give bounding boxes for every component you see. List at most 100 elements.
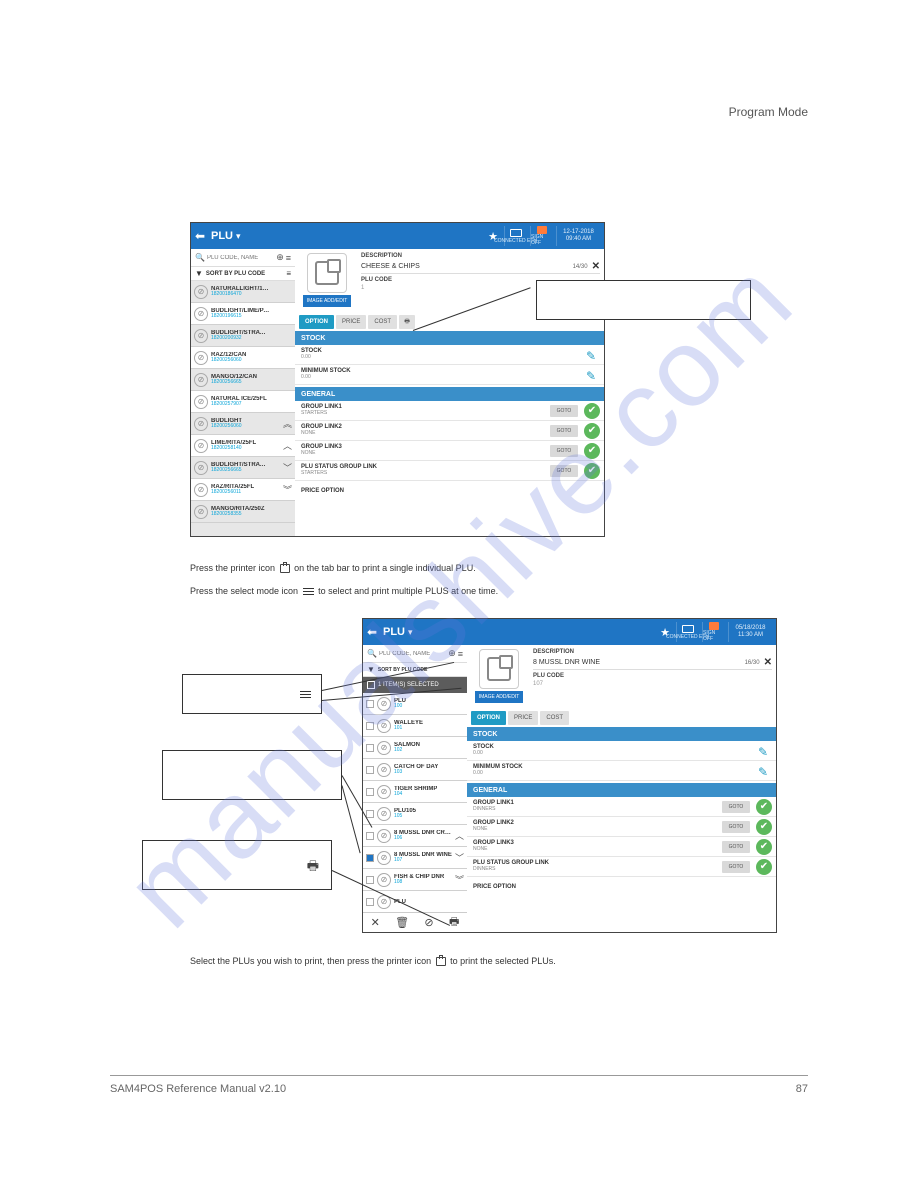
back-icon[interactable]: ⬅ bbox=[191, 229, 209, 243]
ok-icon[interactable]: ✔ bbox=[756, 819, 772, 835]
image-add-edit-button[interactable]: IMAGE ADD/EDIT bbox=[475, 691, 523, 703]
list-item[interactable]: ⊘NATURALLIGHT/12LNGK18200186470 bbox=[191, 281, 295, 303]
checkbox[interactable] bbox=[366, 876, 374, 884]
add-icon[interactable]: ⊕ bbox=[448, 648, 456, 659]
plu-image-box[interactable] bbox=[307, 253, 347, 293]
list-item[interactable]: ⊘RAZ/RITA/25FL18200256011︾ bbox=[191, 479, 295, 501]
arrow-icon[interactable]: ︾ bbox=[455, 873, 464, 886]
list-item[interactable]: ⊘BUDLIGHT18200256060︽ bbox=[191, 413, 295, 435]
list-item[interactable]: ⊘LIME/RITA/25FL18200258140︿ bbox=[191, 435, 295, 457]
trash-icon[interactable]: 🗑 bbox=[395, 916, 409, 929]
description-value[interactable]: CHEESE & CHIPS 14/30 ✕ bbox=[361, 261, 600, 274]
close-icon[interactable]: ✕ bbox=[371, 916, 380, 929]
min-stock-row[interactable]: MINIMUM STOCK0.00 ✎ bbox=[295, 365, 604, 385]
list-item[interactable]: ⊘TIGER SHRIMP104 bbox=[363, 781, 467, 803]
tab-cost[interactable]: COST bbox=[540, 711, 569, 725]
ok-icon[interactable]: ✔ bbox=[584, 423, 600, 439]
group-link2-row[interactable]: GROUP LINK2NONE GOTO ✔ bbox=[467, 817, 776, 837]
tab-option[interactable]: OPTION bbox=[471, 711, 506, 725]
goto-button[interactable]: GOTO bbox=[722, 861, 750, 873]
arrow-icon[interactable]: ﹀ bbox=[455, 851, 464, 864]
tab-price[interactable]: PRICE bbox=[508, 711, 538, 725]
search-row[interactable]: 🔍 ⊕ ≡ bbox=[363, 645, 467, 663]
group-link1-row[interactable]: GROUP LINK1DINNERS GOTO ✔ bbox=[467, 797, 776, 817]
plu-image-box[interactable] bbox=[479, 649, 519, 689]
stock-row[interactable]: STOCK0.00 ✎ bbox=[467, 741, 776, 761]
arrow-icon[interactable]: ︿ bbox=[283, 439, 292, 452]
list-item[interactable]: ⊘RAZ/12/CAN18200256060 bbox=[191, 347, 295, 369]
list-item[interactable]: ⊘BUDLIGHT/LIME/PACK18200196615 bbox=[191, 303, 295, 325]
group-link3-row[interactable]: GROUP LINK3NONE GOTO ✔ bbox=[295, 441, 604, 461]
edit-icon[interactable]: ✎ bbox=[758, 765, 770, 777]
edit-icon[interactable]: ✎ bbox=[586, 369, 598, 381]
ok-icon[interactable]: ✔ bbox=[584, 403, 600, 419]
list-item[interactable]: ⊘8 MUSSL DNR WINE107﹀ bbox=[363, 847, 467, 869]
clear-icon[interactable]: ✕ bbox=[592, 261, 600, 272]
search-input[interactable] bbox=[207, 255, 267, 261]
ok-icon[interactable]: ✔ bbox=[584, 443, 600, 459]
description-value[interactable]: 8 MUSSL DNR WINE 16/30 ✕ bbox=[533, 657, 772, 670]
goto-button[interactable]: GOTO bbox=[550, 405, 578, 417]
ok-icon[interactable]: ✔ bbox=[584, 463, 600, 479]
tab-printer[interactable]: 🖶 bbox=[399, 315, 415, 329]
list-item[interactable]: ⊘PLU105105 bbox=[363, 803, 467, 825]
ok-icon[interactable]: ✔ bbox=[756, 859, 772, 875]
group-link3-row[interactable]: GROUP LINK3NONE GOTO ✔ bbox=[467, 837, 776, 857]
list-item[interactable]: ⊘PLU100 bbox=[363, 693, 467, 715]
status-group-row[interactable]: PLU STATUS GROUP LINKDINNERS GOTO ✔ bbox=[467, 857, 776, 877]
arrow-icon[interactable]: ﹀ bbox=[283, 461, 292, 474]
price-option-row[interactable]: PRICE OPTION bbox=[295, 481, 604, 501]
list-item[interactable]: ⊘CATCH OF DAY103 bbox=[363, 759, 467, 781]
ok-icon[interactable]: ✔ bbox=[756, 839, 772, 855]
status-group-row[interactable]: PLU STATUS GROUP LINKSTARTERS GOTO ✔ bbox=[295, 461, 604, 481]
arrow-icon[interactable]: ︾ bbox=[283, 483, 292, 496]
signoff-button[interactable]: SIGN OFF bbox=[702, 622, 724, 642]
checkbox[interactable] bbox=[366, 854, 374, 862]
list-item[interactable]: ⊘BUDLIGHT/STRAWBERIT18200256665﹀ bbox=[191, 457, 295, 479]
arrow-icon[interactable]: ︽ bbox=[283, 417, 292, 430]
select-all-checkbox[interactable] bbox=[367, 681, 375, 689]
list-item[interactable]: ⊘SALMON102 bbox=[363, 737, 467, 759]
stock-row[interactable]: STOCK0.00 ✎ bbox=[295, 345, 604, 365]
add-icon[interactable]: ⊕ bbox=[276, 252, 284, 263]
checkbox[interactable] bbox=[366, 744, 374, 752]
goto-button[interactable]: GOTO bbox=[550, 445, 578, 457]
menu-icon[interactable]: ≡ bbox=[286, 269, 291, 278]
list-item[interactable]: ⊘MANGO/12/CAN18200256665 bbox=[191, 369, 295, 391]
list-item[interactable]: ⊘BUDLIGHT/STRAW/PACK18200200932 bbox=[191, 325, 295, 347]
checkbox[interactable] bbox=[366, 766, 374, 774]
select-mode-icon[interactable]: ≡ bbox=[286, 253, 291, 263]
checkbox[interactable] bbox=[366, 788, 374, 796]
tab-option[interactable]: OPTION bbox=[299, 315, 334, 329]
list-item[interactable]: ⊘8 MUSSL DNR CREAM106︿ bbox=[363, 825, 467, 847]
checkbox[interactable] bbox=[366, 722, 374, 730]
search-row[interactable]: 🔍 ⊕ ≡ bbox=[191, 249, 295, 267]
clear-icon[interactable]: ✕ bbox=[764, 657, 772, 668]
goto-button[interactable]: GOTO bbox=[722, 821, 750, 833]
search-input[interactable] bbox=[379, 651, 439, 657]
image-add-edit-button[interactable]: IMAGE ADD/EDIT bbox=[303, 295, 351, 307]
back-icon[interactable]: ⬅ bbox=[363, 625, 381, 639]
checkbox[interactable] bbox=[366, 810, 374, 818]
sort-row[interactable]: ▼ SORT BY PLU CODE ≡ bbox=[191, 267, 295, 281]
list-item[interactable]: ⊘MANGO/RITA/250Z18200258355 bbox=[191, 501, 295, 523]
group-link2-row[interactable]: GROUP LINK2NONE GOTO ✔ bbox=[295, 421, 604, 441]
tab-cost[interactable]: COST bbox=[368, 315, 397, 329]
min-stock-row[interactable]: MINIMUM STOCK0.00 ✎ bbox=[467, 761, 776, 781]
group-link1-row[interactable]: GROUP LINK1STARTERS GOTO ✔ bbox=[295, 401, 604, 421]
tab-price[interactable]: PRICE bbox=[336, 315, 366, 329]
header-title[interactable]: PLU bbox=[211, 230, 233, 242]
signoff-button[interactable]: SIGN OFF bbox=[530, 226, 552, 246]
chevron-down-icon[interactable]: ▾ bbox=[408, 627, 413, 638]
goto-button[interactable]: GOTO bbox=[722, 841, 750, 853]
arrow-icon[interactable]: ︿ bbox=[455, 829, 464, 842]
checkbox[interactable] bbox=[366, 700, 374, 708]
list-item[interactable]: ⊘WALLEYE101 bbox=[363, 715, 467, 737]
select-mode-icon[interactable]: ≡ bbox=[458, 649, 463, 659]
goto-button[interactable]: GOTO bbox=[550, 425, 578, 437]
chevron-down-icon[interactable]: ▾ bbox=[236, 231, 241, 242]
goto-button[interactable]: GOTO bbox=[722, 801, 750, 813]
ok-icon[interactable]: ✔ bbox=[756, 799, 772, 815]
list-item[interactable]: ⊘FISH & CHIP DNR108︾ bbox=[363, 869, 467, 891]
price-option-row[interactable]: PRICE OPTION bbox=[467, 877, 776, 897]
